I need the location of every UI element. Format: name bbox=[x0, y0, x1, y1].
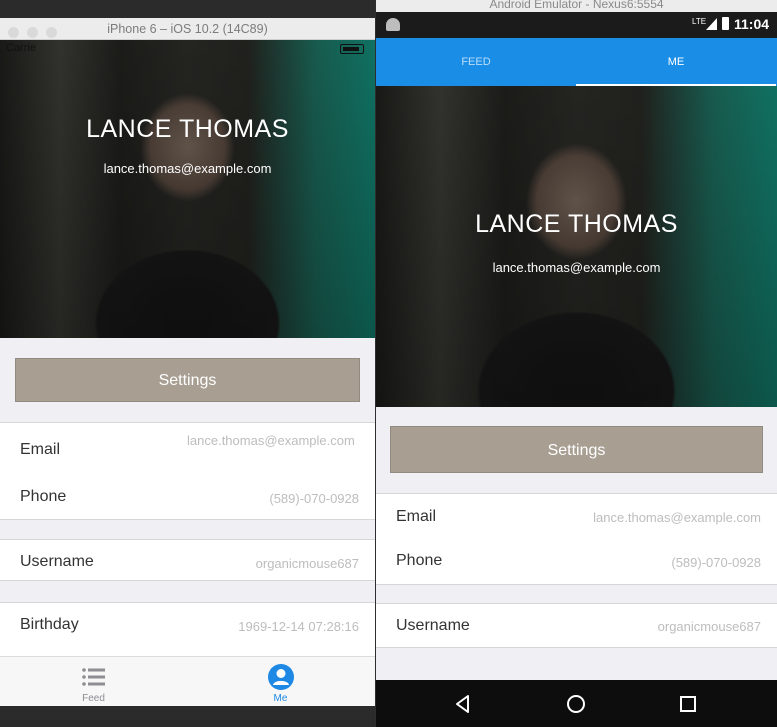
android-emulator: Android Emulator - Nexus6:5554 LTE 11:04… bbox=[376, 0, 777, 727]
birthday-row[interactable]: Birthday 1969-12-14 07:28:16 bbox=[0, 603, 375, 651]
android-nav-bar bbox=[376, 680, 777, 727]
email-value: lance.thomas@example.com bbox=[187, 433, 355, 448]
signal-icon bbox=[706, 18, 717, 30]
birthday-value: 1969-12-14 07:28:16 bbox=[238, 619, 359, 634]
android-window-titlebar: Android Emulator - Nexus6:5554 bbox=[376, 0, 777, 12]
minimize-window-dot[interactable] bbox=[27, 27, 38, 38]
phone-label: Phone bbox=[20, 488, 67, 505]
ios-simulator: iPhone 6 – iOS 10.2 (14C89) Carrie LANCE… bbox=[0, 0, 375, 727]
status-carrier: Carrie bbox=[6, 42, 36, 54]
android-debug-icon bbox=[386, 18, 400, 31]
email-row[interactable]: Email lance.thomas@example.com bbox=[0, 423, 375, 475]
tab-me[interactable]: ME bbox=[576, 38, 776, 86]
phone-row[interactable]: Phone (589)-070-0928 bbox=[0, 475, 375, 521]
profile-photo bbox=[376, 86, 777, 407]
tab-feed-label: Feed bbox=[82, 693, 105, 704]
network-type: LTE bbox=[692, 17, 707, 26]
email-label: Email bbox=[20, 441, 61, 458]
zoom-window-dot[interactable] bbox=[46, 27, 57, 38]
profile-photo bbox=[0, 40, 375, 338]
status-clock: 11:04 bbox=[734, 16, 770, 32]
battery-icon bbox=[340, 44, 364, 54]
profile-details: Settings Email lance.thomas@example.com … bbox=[0, 338, 375, 662]
username-value: organicmouse687 bbox=[255, 556, 359, 571]
profile-name: LANCE THOMAS bbox=[86, 115, 289, 143]
phone-label: Phone bbox=[396, 552, 443, 569]
tab-me[interactable]: Me bbox=[187, 657, 374, 707]
android-status-bar: LTE 11:04 bbox=[376, 12, 777, 38]
android-tab-strip: FEED ME bbox=[376, 38, 777, 86]
username-label: Username bbox=[20, 553, 94, 570]
tab-feed[interactable]: Feed bbox=[0, 657, 187, 707]
tab-bar: Feed Me bbox=[0, 656, 375, 706]
list-icon bbox=[81, 668, 105, 686]
email-label: Email bbox=[396, 508, 437, 525]
person-icon bbox=[267, 664, 294, 690]
ios-window-title: iPhone 6 – iOS 10.2 (14C89) bbox=[107, 22, 268, 36]
profile-email: lance.thomas@example.com bbox=[492, 260, 661, 275]
battery-icon bbox=[722, 17, 729, 30]
settings-button[interactable]: Settings bbox=[15, 358, 360, 402]
settings-button[interactable]: Settings bbox=[390, 426, 763, 473]
contact-group: Email lance.thomas@example.com Phone (58… bbox=[0, 422, 375, 520]
email-value: lance.thomas@example.com bbox=[593, 510, 761, 525]
phone-value: (589)-070-0928 bbox=[269, 491, 359, 506]
birthday-label: Birthday bbox=[20, 616, 79, 633]
username-value: organicmouse687 bbox=[657, 619, 761, 634]
username-label: Username bbox=[396, 617, 470, 634]
contact-group: Email lance.thomas@example.com Phone (58… bbox=[376, 493, 777, 585]
android-window-title: Android Emulator - Nexus6:5554 bbox=[489, 0, 664, 11]
home-icon[interactable] bbox=[564, 692, 588, 716]
recents-icon[interactable] bbox=[676, 692, 700, 716]
back-icon[interactable] bbox=[451, 692, 475, 716]
profile-name: LANCE THOMAS bbox=[475, 210, 678, 238]
tab-feed[interactable]: FEED bbox=[376, 38, 576, 86]
phone-value: (589)-070-0928 bbox=[671, 555, 761, 570]
email-row[interactable]: Email lance.thomas@example.com bbox=[376, 494, 777, 542]
profile-email: lance.thomas@example.com bbox=[103, 161, 272, 176]
username-row[interactable]: Username organicmouse687 bbox=[376, 604, 777, 652]
phone-row[interactable]: Phone (589)-070-0928 bbox=[376, 542, 777, 590]
username-group: Username organicmouse687 bbox=[0, 539, 375, 581]
tab-me-label: Me bbox=[273, 693, 288, 704]
birthday-group: Birthday 1969-12-14 07:28:16 bbox=[0, 602, 375, 662]
username-row[interactable]: Username organicmouse687 bbox=[0, 540, 375, 588]
profile-details: Settings Email lance.thomas@example.com … bbox=[376, 407, 777, 680]
ios-window-titlebar: iPhone 6 – iOS 10.2 (14C89) bbox=[0, 18, 375, 40]
username-group: Username organicmouse687 bbox=[376, 603, 777, 648]
close-window-dot[interactable] bbox=[8, 27, 19, 38]
